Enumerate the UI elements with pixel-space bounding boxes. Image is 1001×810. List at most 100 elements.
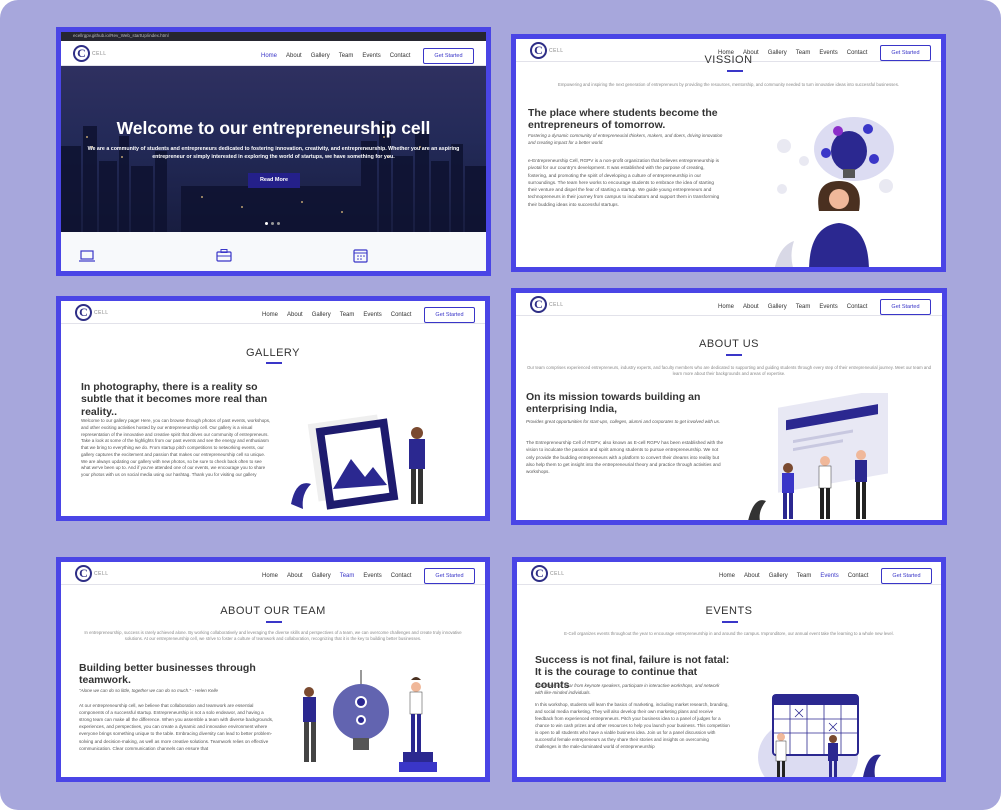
nav-home[interactable]: Home	[718, 304, 734, 310]
nav-home[interactable]: Home	[261, 53, 277, 59]
nav-events[interactable]: Events	[363, 573, 381, 579]
carousel-indicators	[265, 222, 280, 225]
nav-menu: Home About Gallery Team Events Contact G…	[718, 299, 931, 315]
screenshot-about-us: C CELL Home About Gallery Team Events Co…	[511, 288, 947, 525]
nav-gallery[interactable]: Gallery	[769, 573, 788, 579]
ecell-logo[interactable]: C CELL	[75, 304, 109, 321]
browser-url-bar: ecellrgpv.github.io/Rev_Web_startUp/inde…	[61, 32, 486, 41]
title-underline	[266, 621, 282, 623]
logo-text: CELL	[92, 50, 107, 57]
nav-gallery[interactable]: Gallery	[311, 53, 330, 59]
nav-events[interactable]: Events	[819, 304, 837, 310]
navbar: C CELL Home About Gallery Team Events Co…	[516, 293, 942, 316]
nav-team[interactable]: Team	[340, 573, 355, 579]
title-underline	[722, 621, 738, 623]
content-heading: Building better businesses through teamw…	[79, 662, 256, 687]
section-subtitle: Our team comprises experienced entrepren…	[526, 365, 932, 377]
screenshot-about-team: C CELL Home About Gallery Team Events Co…	[56, 557, 490, 782]
content-heading: In photography, there is a reality so su…	[81, 381, 268, 418]
get-started-button[interactable]: Get Started	[424, 307, 475, 323]
nav-menu: Home About Gallery Team Events Contact G…	[719, 568, 932, 584]
nav-events[interactable]: Events	[362, 53, 380, 59]
nav-team[interactable]: Team	[796, 304, 811, 310]
logo-mark: C	[75, 565, 92, 582]
nav-about[interactable]: About	[287, 573, 303, 579]
nav-gallery[interactable]: Gallery	[768, 304, 787, 310]
title-underline	[727, 70, 743, 72]
nav-contact[interactable]: Contact	[848, 573, 869, 579]
url-text: ecellrgpv.github.io/Rev_Web_startUp/inde…	[73, 33, 169, 38]
hero-section: Welcome to our entrepreneurship cell We …	[61, 66, 486, 232]
nav-gallery[interactable]: Gallery	[312, 573, 331, 579]
team-illustration	[748, 393, 888, 520]
content-body: e-Entrepreneurship Cell, RGPV is a non-p…	[528, 158, 720, 207]
nav-about[interactable]: About	[287, 312, 303, 318]
content-heading: The place where students become the entr…	[528, 107, 718, 132]
nav-about[interactable]: About	[743, 304, 759, 310]
nav-menu: Home About Gallery Team Events Contact G…	[262, 307, 475, 323]
section-title: EVENTS	[705, 605, 753, 617]
logo-mark: C	[73, 45, 90, 62]
nav-events[interactable]: Events	[363, 312, 381, 318]
ecell-logo[interactable]: C CELL	[73, 45, 107, 62]
nav-home[interactable]: Home	[262, 312, 278, 318]
carousel-dot[interactable]	[265, 222, 268, 225]
navbar: C CELL Home About Gallery Team Events Co…	[61, 562, 485, 585]
title-underline	[266, 362, 282, 364]
laptop-icon	[79, 250, 95, 262]
navbar: C CELL Home About Gallery Team Events Co…	[61, 301, 485, 324]
section-subtitle: Empowering and inspiring the next genera…	[557, 82, 900, 87]
read-more-button[interactable]: Read More	[248, 173, 300, 188]
teamwork-illustration	[303, 670, 437, 772]
screenshot-events: C CELL Home About Gallery Team Events Co…	[512, 557, 946, 782]
navbar: C CELL Home About Gallery Team Events Co…	[61, 41, 486, 66]
logo-text: CELL	[549, 301, 564, 308]
ecell-logo[interactable]: C CELL	[75, 565, 109, 582]
logo-text: CELL	[94, 309, 109, 316]
nav-events[interactable]: Events	[820, 573, 838, 579]
get-started-button[interactable]: Get Started	[424, 568, 475, 584]
title-underline	[726, 354, 742, 356]
nav-team[interactable]: Team	[797, 573, 812, 579]
section-title: VISSION	[704, 54, 753, 66]
section-subtitle: E-Cell organizes events throughout the y…	[564, 631, 894, 636]
section-title: GALLERY	[245, 347, 301, 359]
content-heading: On its mission towards building an enter…	[526, 391, 701, 416]
screenshot-gallery: C CELL Home About Gallery Team Events Co…	[56, 296, 490, 521]
get-started-button[interactable]: Get Started	[880, 299, 931, 315]
nav-contact[interactable]: Contact	[390, 53, 411, 59]
ecell-logo[interactable]: C CELL	[531, 565, 565, 582]
content-tagline: Attendees will hear from keynote speaker…	[535, 683, 720, 695]
carousel-dot[interactable]	[277, 222, 280, 225]
nav-home[interactable]: Home	[719, 573, 735, 579]
screenshot-home: ecellrgpv.github.io/Rev_Web_startUp/inde…	[56, 27, 491, 276]
content-tagline: Provides great opportunities for start-u…	[526, 419, 721, 424]
nav-menu: Home About Gallery Team Events Contact G…	[262, 568, 475, 584]
logo-mark: C	[531, 565, 548, 582]
section-title: ABOUT OUR TEAM	[220, 605, 326, 617]
nav-team[interactable]: Team	[339, 53, 354, 59]
nav-contact[interactable]: Contact	[391, 312, 412, 318]
nav-contact[interactable]: Contact	[391, 573, 412, 579]
content-body: The Entrepreneurship Cell of RGPV, also …	[526, 440, 724, 475]
logo-mark: C	[530, 296, 547, 313]
content-body: In this workshop, students will learn th…	[535, 702, 730, 749]
nav-home[interactable]: Home	[262, 573, 278, 579]
gallery-illustration	[291, 414, 425, 510]
nav-team[interactable]: Team	[340, 312, 355, 318]
get-started-button[interactable]: Get Started	[423, 48, 474, 64]
logo-text: CELL	[550, 570, 565, 577]
nav-about[interactable]: About	[744, 573, 760, 579]
ecell-logo[interactable]: C CELL	[530, 296, 564, 313]
calendar-icon	[353, 249, 368, 263]
nav-contact[interactable]: Contact	[847, 304, 868, 310]
nav-about[interactable]: About	[286, 53, 302, 59]
section-title: ABOUT US	[698, 338, 760, 350]
nav-menu: Home About Gallery Team Events Contact G…	[261, 48, 474, 64]
calendar-illustration	[758, 694, 881, 777]
nav-gallery[interactable]: Gallery	[312, 312, 331, 318]
collage-background: ecellrgpv.github.io/Rev_Web_startUp/inde…	[0, 0, 1001, 810]
navbar: C CELL Home About Gallery Team Events Co…	[517, 562, 941, 585]
get-started-button[interactable]: Get Started	[881, 568, 932, 584]
carousel-dot[interactable]	[271, 222, 274, 225]
